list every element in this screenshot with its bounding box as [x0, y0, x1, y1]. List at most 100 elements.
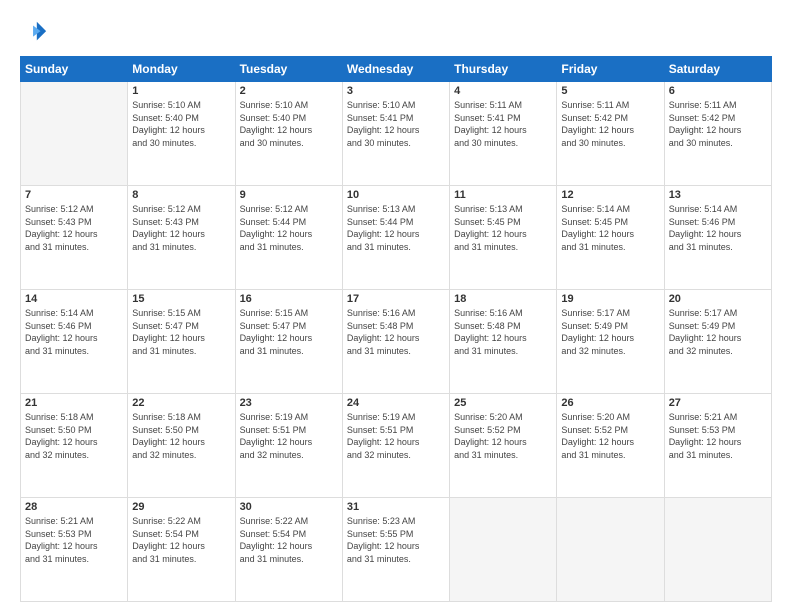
calendar-cell: 13 Sunrise: 5:14 AM Sunset: 5:46 PM Dayli…	[664, 186, 771, 290]
calendar-table: SundayMondayTuesdayWednesdayThursdayFrid…	[20, 56, 772, 602]
day-number: 18	[454, 293, 552, 305]
day-info: Sunrise: 5:15 AM Sunset: 5:47 PM Dayligh…	[240, 307, 338, 357]
day-number: 22	[132, 397, 230, 409]
day-number: 7	[25, 189, 123, 201]
day-info: Sunrise: 5:16 AM Sunset: 5:48 PM Dayligh…	[347, 307, 445, 357]
calendar-cell: 4 Sunrise: 5:11 AM Sunset: 5:41 PM Daylig…	[450, 82, 557, 186]
day-number: 2	[240, 85, 338, 97]
calendar-cell: 25 Sunrise: 5:20 AM Sunset: 5:52 PM Dayli…	[450, 394, 557, 498]
calendar-cell: 18 Sunrise: 5:16 AM Sunset: 5:48 PM Dayli…	[450, 290, 557, 394]
calendar-cell: 17 Sunrise: 5:16 AM Sunset: 5:48 PM Dayli…	[342, 290, 449, 394]
calendar-cell	[21, 82, 128, 186]
calendar-cell: 2 Sunrise: 5:10 AM Sunset: 5:40 PM Daylig…	[235, 82, 342, 186]
day-info: Sunrise: 5:16 AM Sunset: 5:48 PM Dayligh…	[454, 307, 552, 357]
calendar-week-3: 14 Sunrise: 5:14 AM Sunset: 5:46 PM Dayli…	[21, 290, 772, 394]
header-wednesday: Wednesday	[342, 57, 449, 82]
day-info: Sunrise: 5:13 AM Sunset: 5:44 PM Dayligh…	[347, 203, 445, 253]
calendar-cell: 7 Sunrise: 5:12 AM Sunset: 5:43 PM Daylig…	[21, 186, 128, 290]
day-info: Sunrise: 5:13 AM Sunset: 5:45 PM Dayligh…	[454, 203, 552, 253]
calendar-cell: 6Sunrise: 5:11 AM Sunset: 5:42 PM Daylig…	[664, 82, 771, 186]
calendar-cell: 20 Sunrise: 5:17 AM Sunset: 5:49 PM Dayli…	[664, 290, 771, 394]
day-number: 21	[25, 397, 123, 409]
day-number: 27	[669, 397, 767, 409]
day-number: 8	[132, 189, 230, 201]
calendar-week-2: 7 Sunrise: 5:12 AM Sunset: 5:43 PM Daylig…	[21, 186, 772, 290]
day-number: 14	[25, 293, 123, 305]
calendar-cell	[664, 498, 771, 602]
day-info: Sunrise: 5:17 AM Sunset: 5:49 PM Dayligh…	[561, 307, 659, 357]
calendar-cell: 29 Sunrise: 5:22 AM Sunset: 5:54 PM Dayli…	[128, 498, 235, 602]
day-info: Sunrise: 5:22 AM Sunset: 5:54 PM Dayligh…	[132, 515, 230, 565]
day-info: Sunrise: 5:20 AM Sunset: 5:52 PM Dayligh…	[454, 411, 552, 461]
day-number: 1	[132, 85, 230, 97]
day-number: 3	[347, 85, 445, 97]
day-info: Sunrise: 5:19 AM Sunset: 5:51 PM Dayligh…	[347, 411, 445, 461]
day-info: Sunrise: 5:15 AM Sunset: 5:47 PM Dayligh…	[132, 307, 230, 357]
calendar-cell: 3 Sunrise: 5:10 AM Sunset: 5:41 PM Daylig…	[342, 82, 449, 186]
day-info: Sunrise: 5:14 AM Sunset: 5:45 PM Dayligh…	[561, 203, 659, 253]
header-tuesday: Tuesday	[235, 57, 342, 82]
day-info: Sunrise: 5:21 AM Sunset: 5:53 PM Dayligh…	[669, 411, 767, 461]
calendar-week-4: 21 Sunrise: 5:18 AM Sunset: 5:50 PM Dayli…	[21, 394, 772, 498]
day-number: 31	[347, 501, 445, 513]
calendar-cell: 16Sunrise: 5:15 AM Sunset: 5:47 PM Dayli…	[235, 290, 342, 394]
day-number: 20	[669, 293, 767, 305]
day-info: Sunrise: 5:19 AM Sunset: 5:51 PM Dayligh…	[240, 411, 338, 461]
day-info: Sunrise: 5:18 AM Sunset: 5:50 PM Dayligh…	[25, 411, 123, 461]
calendar-cell: 10 Sunrise: 5:13 AM Sunset: 5:44 PM Dayli…	[342, 186, 449, 290]
day-info: Sunrise: 5:22 AM Sunset: 5:54 PM Dayligh…	[240, 515, 338, 565]
day-info: Sunrise: 5:12 AM Sunset: 5:44 PM Dayligh…	[240, 203, 338, 253]
header-thursday: Thursday	[450, 57, 557, 82]
calendar-cell: 14 Sunrise: 5:14 AM Sunset: 5:46 PM Dayli…	[21, 290, 128, 394]
day-number: 30	[240, 501, 338, 513]
calendar-header-row: SundayMondayTuesdayWednesdayThursdayFrid…	[21, 57, 772, 82]
calendar-cell: 11Sunrise: 5:13 AM Sunset: 5:45 PM Dayli…	[450, 186, 557, 290]
day-number: 10	[347, 189, 445, 201]
logo	[20, 18, 52, 46]
calendar-cell: 19 Sunrise: 5:17 AM Sunset: 5:49 PM Dayli…	[557, 290, 664, 394]
day-number: 26	[561, 397, 659, 409]
day-number: 29	[132, 501, 230, 513]
day-info: Sunrise: 5:14 AM Sunset: 5:46 PM Dayligh…	[669, 203, 767, 253]
day-number: 13	[669, 189, 767, 201]
day-number: 4	[454, 85, 552, 97]
calendar-cell: 26 Sunrise: 5:20 AM Sunset: 5:52 PM Dayli…	[557, 394, 664, 498]
day-info: Sunrise: 5:21 AM Sunset: 5:53 PM Dayligh…	[25, 515, 123, 565]
calendar-cell: 31Sunrise: 5:23 AM Sunset: 5:55 PM Dayli…	[342, 498, 449, 602]
day-info: Sunrise: 5:11 AM Sunset: 5:42 PM Dayligh…	[561, 99, 659, 149]
day-info: Sunrise: 5:10 AM Sunset: 5:40 PM Dayligh…	[240, 99, 338, 149]
day-info: Sunrise: 5:10 AM Sunset: 5:40 PM Dayligh…	[132, 99, 230, 149]
day-number: 12	[561, 189, 659, 201]
day-info: Sunrise: 5:11 AM Sunset: 5:41 PM Dayligh…	[454, 99, 552, 149]
calendar-cell: 23Sunrise: 5:19 AM Sunset: 5:51 PM Dayli…	[235, 394, 342, 498]
day-number: 17	[347, 293, 445, 305]
calendar-cell: 5Sunrise: 5:11 AM Sunset: 5:42 PM Daylig…	[557, 82, 664, 186]
day-number: 24	[347, 397, 445, 409]
calendar-week-5: 28 Sunrise: 5:21 AM Sunset: 5:53 PM Dayli…	[21, 498, 772, 602]
calendar-cell	[450, 498, 557, 602]
day-info: Sunrise: 5:20 AM Sunset: 5:52 PM Dayligh…	[561, 411, 659, 461]
day-info: Sunrise: 5:12 AM Sunset: 5:43 PM Dayligh…	[132, 203, 230, 253]
header-monday: Monday	[128, 57, 235, 82]
calendar-cell	[557, 498, 664, 602]
day-number: 28	[25, 501, 123, 513]
day-info: Sunrise: 5:17 AM Sunset: 5:49 PM Dayligh…	[669, 307, 767, 357]
calendar-cell: 9 Sunrise: 5:12 AM Sunset: 5:44 PM Daylig…	[235, 186, 342, 290]
day-number: 25	[454, 397, 552, 409]
header-sunday: Sunday	[21, 57, 128, 82]
calendar-cell: 1 Sunrise: 5:10 AM Sunset: 5:40 PM Daylig…	[128, 82, 235, 186]
calendar-cell: 24 Sunrise: 5:19 AM Sunset: 5:51 PM Dayli…	[342, 394, 449, 498]
calendar-cell: 22Sunrise: 5:18 AM Sunset: 5:50 PM Dayli…	[128, 394, 235, 498]
day-number: 9	[240, 189, 338, 201]
header-friday: Friday	[557, 57, 664, 82]
day-info: Sunrise: 5:12 AM Sunset: 5:43 PM Dayligh…	[25, 203, 123, 253]
day-number: 19	[561, 293, 659, 305]
calendar-cell: 21 Sunrise: 5:18 AM Sunset: 5:50 PM Dayli…	[21, 394, 128, 498]
calendar-week-1: 1 Sunrise: 5:10 AM Sunset: 5:40 PM Daylig…	[21, 82, 772, 186]
calendar-cell: 8 Sunrise: 5:12 AM Sunset: 5:43 PM Daylig…	[128, 186, 235, 290]
day-info: Sunrise: 5:14 AM Sunset: 5:46 PM Dayligh…	[25, 307, 123, 357]
calendar-cell: 30 Sunrise: 5:22 AM Sunset: 5:54 PM Dayli…	[235, 498, 342, 602]
page: SundayMondayTuesdayWednesdayThursdayFrid…	[0, 0, 792, 612]
day-number: 6	[669, 85, 767, 97]
day-info: Sunrise: 5:10 AM Sunset: 5:41 PM Dayligh…	[347, 99, 445, 149]
